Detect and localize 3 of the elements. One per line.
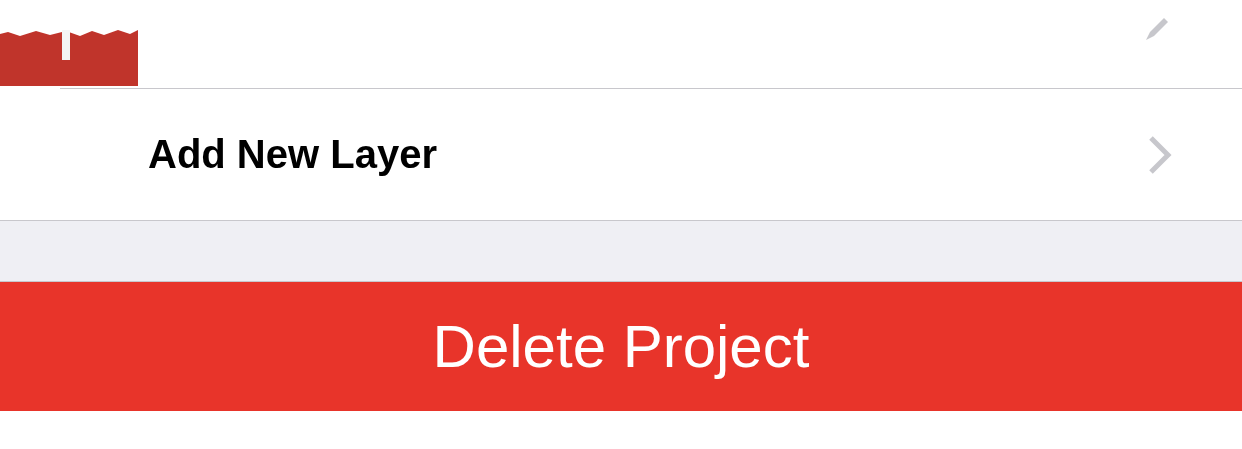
add-layer-row[interactable]: Add New Layer — [0, 89, 1242, 220]
chevron-icon — [1148, 134, 1172, 175]
delete-project-button[interactable]: Delete Project — [0, 282, 1242, 411]
